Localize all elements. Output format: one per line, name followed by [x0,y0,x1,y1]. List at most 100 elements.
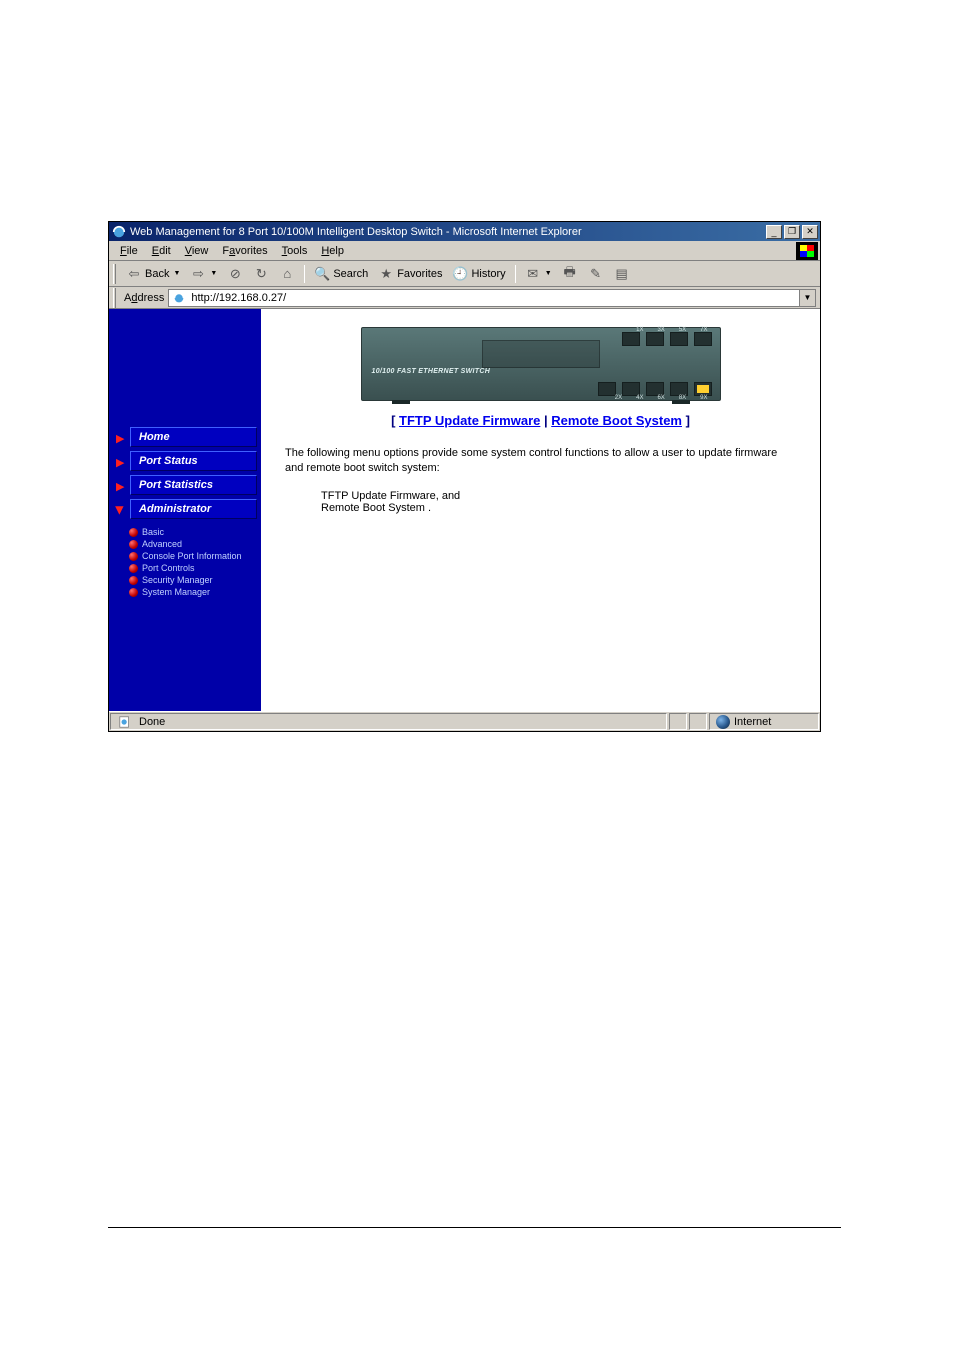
sub-port-controls[interactable]: Port Controls [129,562,261,574]
sub-advanced[interactable]: Advanced [129,538,261,550]
back-arrow-icon: ⇦ [126,266,142,282]
address-input[interactable] [189,290,799,306]
port-icon [670,382,688,396]
content-area: ▶ Home ▶ Port Status ▶ Port Statistics ▶… [109,309,820,711]
back-button[interactable]: ⇦ Back ▼ [122,264,184,284]
port-icon [598,382,616,396]
bullet-icon [129,552,138,561]
home-button[interactable]: ⌂ [275,264,299,284]
port-label: 9X [700,395,707,401]
sidebar: ▶ Home ▶ Port Status ▶ Port Statistics ▶… [109,309,261,711]
edit-button[interactable]: ✎ [584,264,608,284]
nav-port-statistics[interactable]: Port Statistics [130,475,257,495]
sub-security-manager[interactable]: Security Manager [129,574,261,586]
footer-rule [108,1227,841,1228]
menu-file[interactable]: File [113,243,145,259]
bullet-icon [129,528,138,537]
port-icon [622,332,640,346]
nav-home[interactable]: Home [130,427,257,447]
address-dropdown[interactable]: ▼ [799,290,815,306]
refresh-icon: ↻ [253,266,269,282]
back-label: Back [145,268,169,280]
mail-button[interactable]: ✉▼ [521,264,556,284]
favorites-button[interactable]: ★Favorites [374,264,446,284]
stop-button[interactable]: ⊘ [223,264,247,284]
discuss-icon: ▤ [614,266,630,282]
ie-throbber-icon [796,242,818,260]
sub-basic[interactable]: Basic [129,526,261,538]
list-item: Remote Boot System . [321,502,820,514]
security-zone: Internet [709,713,819,730]
address-bar: Address ▼ [109,287,820,309]
favorites-label: Favorites [397,268,442,280]
bullet-icon [129,540,138,549]
forward-button[interactable]: ⇨ ▼ [186,264,221,284]
sub-console-port[interactable]: Console Port Information [129,550,261,562]
history-label: History [471,268,505,280]
status-text: Done [139,716,165,728]
link-remote-boot[interactable]: Remote Boot System [551,413,682,428]
browser-window: Web Management for 8 Port 10/100M Intell… [108,221,821,732]
nav-administrator[interactable]: Administrator [130,499,257,519]
maximize-button[interactable]: ❐ [784,225,800,239]
link-tftp-update[interactable]: TFTP Update Firmware [399,413,540,428]
arrow-right-icon: ▶ [116,456,124,469]
menu-help[interactable]: Help [314,243,351,259]
sub-system-manager[interactable]: System Manager [129,586,261,598]
status-bar: Done Internet [109,711,820,731]
menu-favorites[interactable]: Favorites [215,243,274,259]
port-icon [622,382,640,396]
intro-paragraph: The following menu options provide some … [261,446,820,476]
mail-icon: ✉ [525,266,541,282]
search-icon: 🔍 [314,266,330,282]
address-field: ▼ [168,289,816,307]
address-label: Address [124,292,164,304]
minimize-button[interactable]: _ [766,225,782,239]
home-icon: ⌂ [279,266,295,282]
chevron-down-icon: ▼ [545,270,552,277]
status-cell [669,713,687,730]
nav-port-status[interactable]: Port Status [130,451,257,471]
close-button[interactable]: ✕ [802,225,818,239]
toolbar: ⇦ Back ▼ ⇨ ▼ ⊘ ↻ ⌂ 🔍Search ★Favorites 🕘H… [109,261,820,287]
print-button[interactable]: 🖶 [558,264,582,284]
title-bar: Web Management for 8 Port 10/100M Intell… [109,222,820,241]
chevron-down-icon: ▼ [173,270,180,277]
arrow-right-icon: ▶ [116,480,124,493]
menu-edit[interactable]: Edit [145,243,178,259]
discuss-button[interactable]: ▤ [610,264,634,284]
status-cell [689,713,707,730]
window-title: Web Management for 8 Port 10/100M Intell… [130,226,766,238]
history-button[interactable]: 🕘History [448,264,509,284]
port-icon [646,332,664,346]
chevron-down-icon: ▼ [210,270,217,277]
toolbar-separator [515,265,516,283]
led-panel [482,340,600,368]
toolbar-separator [304,265,305,283]
page-icon [171,291,187,305]
ie-icon [111,224,126,239]
favorites-icon: ★ [378,266,394,282]
menu-bar: File Edit View Favorites Tools Help [109,241,820,261]
switch-model-label: 10/100 FAST ETHERNET SWITCH [372,368,491,375]
port-icon [694,332,712,346]
admin-submenu: Basic Advanced Console Port Information … [129,526,261,598]
print-icon: 🖶 [562,266,578,282]
search-button[interactable]: 🔍Search [310,264,372,284]
menu-view[interactable]: View [178,243,216,259]
menu-tools[interactable]: Tools [275,243,315,259]
search-label: Search [333,268,368,280]
edit-icon: ✎ [588,266,604,282]
zone-label: Internet [734,716,771,728]
port-icon [694,382,712,396]
page-icon [117,715,133,729]
toolbar-grip [113,264,116,284]
main-panel: 1X 3X 5X 7X 10/100 FAST ETHERNET SWITCH [261,309,820,711]
list-item: TFTP Update Firmware, and [321,490,820,502]
stop-icon: ⊘ [227,266,243,282]
forward-arrow-icon: ⇨ [190,266,206,282]
port-icon [646,382,664,396]
switch-device-image: 1X 3X 5X 7X 10/100 FAST ETHERNET SWITCH [361,327,721,401]
port-icon [670,332,688,346]
refresh-button[interactable]: ↻ [249,264,273,284]
